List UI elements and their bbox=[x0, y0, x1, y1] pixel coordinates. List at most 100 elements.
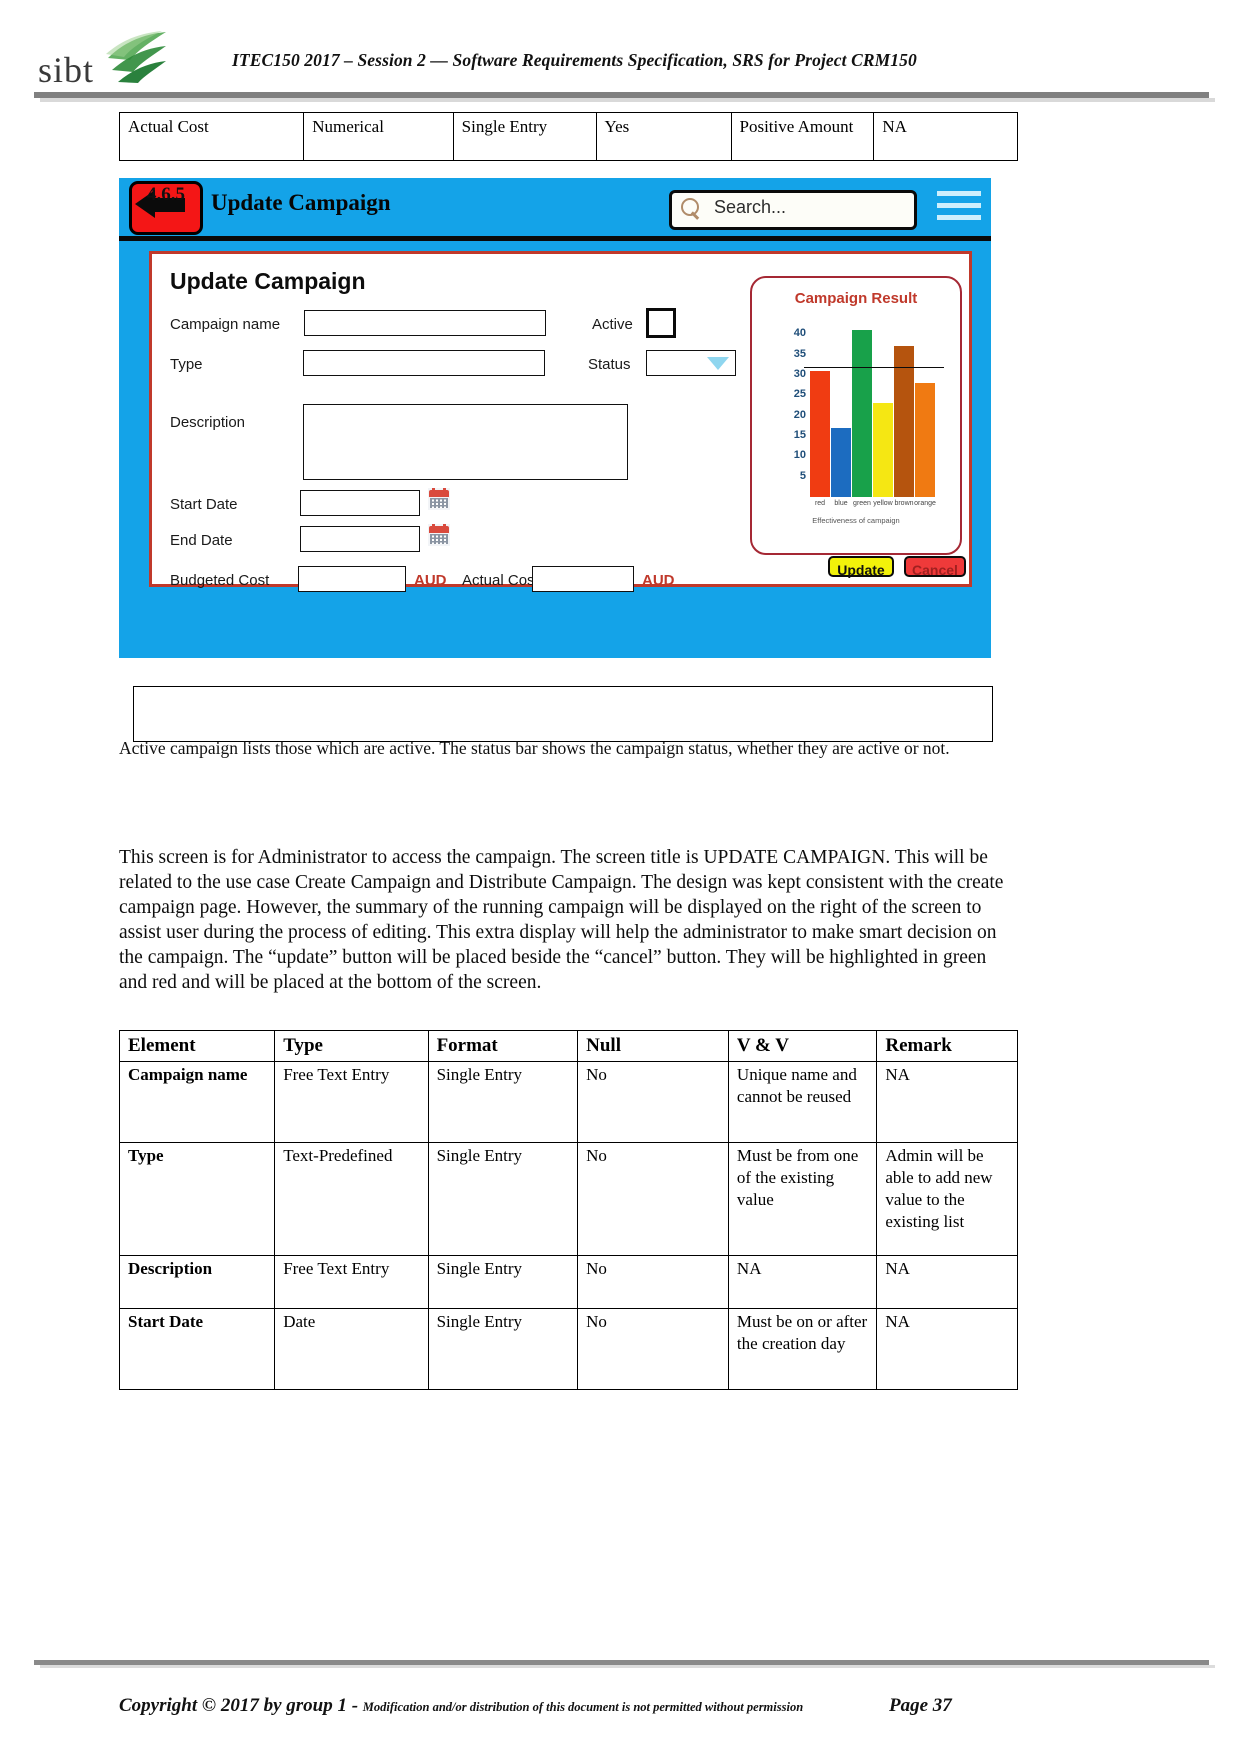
cell-element: Actual Cost bbox=[118, 112, 305, 161]
budgeted-currency-label: AUD bbox=[414, 572, 447, 589]
actual-cost-label: Actual Cost bbox=[462, 572, 539, 589]
cell-vv: Must be on or after the creation day bbox=[727, 1307, 878, 1390]
table-row: Type Text-Predefined Single Entry No Mus… bbox=[118, 1141, 1018, 1256]
chart-y-tick: 5 bbox=[799, 469, 806, 482]
continuation-table: Actual Cost Numerical Single Entry Yes P… bbox=[118, 112, 1018, 161]
cell-type: Text-Predefined bbox=[274, 1141, 429, 1256]
cell-vv: NA bbox=[727, 1254, 878, 1309]
hamburger-menu-icon[interactable] bbox=[937, 191, 981, 223]
cell-null: No bbox=[577, 1307, 729, 1390]
type-label: Type bbox=[170, 356, 203, 373]
description-paragraph: This screen is for Administrator to acce… bbox=[119, 847, 1004, 993]
calendar-icon[interactable] bbox=[428, 488, 450, 510]
calendar-icon[interactable] bbox=[428, 524, 450, 546]
green-swoosh-icon bbox=[106, 31, 166, 83]
chart-y-tick: 40 bbox=[793, 327, 806, 340]
chart-bar bbox=[873, 403, 893, 497]
th-format: Format bbox=[427, 1030, 579, 1062]
active-label: Active bbox=[592, 316, 633, 333]
table-row: Start Date Date Single Entry No Must be … bbox=[118, 1307, 1018, 1390]
page-header: sibt ITEC150 2017 – Session 2 — Software… bbox=[0, 0, 1241, 102]
table-header-row: Element Type Format Null V & V Remark bbox=[118, 1030, 1018, 1062]
chart-y-axis: 40 35 30 25 20 15 10 5 bbox=[780, 322, 808, 497]
element-table-body: Campaign name Free Text Entry Single Ent… bbox=[118, 1060, 1018, 1390]
th-type: Type bbox=[274, 1030, 429, 1062]
cell-type: Numerical bbox=[303, 112, 454, 161]
app-top-bar: 4.6.5 Update Campaign Search... bbox=[119, 178, 991, 236]
caption-box bbox=[133, 686, 993, 742]
description-textarea[interactable] bbox=[303, 404, 628, 480]
caption-line: Active campaign lists those which are ac… bbox=[119, 738, 950, 758]
end-date-label: End Date bbox=[170, 532, 233, 549]
cell-remark: NA bbox=[876, 1307, 1018, 1390]
th-vv: V & V bbox=[727, 1030, 878, 1062]
header-divider bbox=[34, 92, 1215, 104]
start-date-label: Start Date bbox=[170, 496, 238, 513]
cell-vv: Positive Amount bbox=[730, 112, 875, 161]
chart-bar bbox=[852, 330, 872, 497]
th-element: Element bbox=[118, 1030, 276, 1062]
document-header-title: ITEC150 2017 – Session 2 — Software Requ… bbox=[232, 50, 917, 70]
budgeted-cost-label: Budgeted Cost bbox=[170, 572, 270, 589]
chart-bar bbox=[831, 427, 851, 497]
app-title: Update Campaign bbox=[211, 190, 391, 215]
description-label: Description bbox=[170, 414, 246, 431]
cell-format: Single Entry bbox=[427, 1141, 579, 1256]
search-placeholder: Search... bbox=[714, 197, 787, 217]
chart-y-tick: 30 bbox=[793, 367, 806, 380]
campaign-name-input[interactable] bbox=[304, 310, 546, 336]
budgeted-cost-input[interactable] bbox=[298, 566, 406, 592]
actual-cost-input[interactable] bbox=[532, 566, 634, 592]
footer-note: Modification and/or distribution of this… bbox=[362, 1700, 804, 1714]
end-date-input[interactable] bbox=[300, 526, 420, 552]
start-date-input[interactable] bbox=[300, 490, 420, 516]
cell-format: Single Entry bbox=[452, 112, 597, 161]
cell-remark: NA bbox=[876, 1060, 1018, 1143]
app-body: Update Campaign Campaign name Active Typ… bbox=[119, 241, 991, 658]
footer-divider bbox=[34, 1660, 1215, 1670]
update-button[interactable]: Update bbox=[828, 556, 894, 578]
cell-type: Free Text Entry bbox=[274, 1060, 429, 1143]
chart-plot-area: 40 35 30 25 20 15 10 5 red blue green yellow brown o… bbox=[780, 322, 944, 507]
chart-y-tick: 15 bbox=[793, 428, 806, 441]
cell-null: No bbox=[577, 1141, 729, 1256]
chevron-down-icon bbox=[707, 357, 729, 370]
cell-format: Single Entry bbox=[427, 1307, 579, 1390]
chart-gridline bbox=[804, 366, 944, 369]
chart-y-tick: 25 bbox=[793, 388, 806, 401]
element-specification-table: Element Type Format Null V & V Remark Ca… bbox=[118, 1030, 1018, 1390]
cell-element: Description bbox=[118, 1254, 276, 1309]
table-row: Campaign name Free Text Entry Single Ent… bbox=[118, 1060, 1018, 1143]
status-select[interactable] bbox=[646, 350, 736, 376]
footer-page-number: Page 37 bbox=[889, 1695, 952, 1716]
table-row: Actual Cost Numerical Single Entry Yes P… bbox=[118, 112, 1018, 161]
chart-x-tick: orange bbox=[914, 500, 936, 507]
update-campaign-form: Update Campaign Campaign name Active Typ… bbox=[149, 251, 972, 592]
cancel-button[interactable]: Cancel bbox=[904, 556, 966, 578]
chart-y-tick: 10 bbox=[793, 449, 806, 462]
chart-bar bbox=[810, 370, 830, 497]
chart-bars: red blue green yellow brown orange bbox=[810, 322, 942, 507]
logo-text: sibt bbox=[38, 50, 95, 90]
cell-vv: Unique name and cannot be reused bbox=[727, 1060, 878, 1143]
cell-element: Campaign name bbox=[118, 1060, 276, 1143]
campaign-name-label: Campaign name bbox=[170, 316, 281, 333]
campaign-result-chart: Campaign Result 40 35 30 25 20 15 10 5 red blue g… bbox=[750, 276, 962, 555]
type-input[interactable] bbox=[303, 350, 545, 376]
active-checkbox[interactable] bbox=[646, 308, 676, 338]
search-input[interactable]: Search... bbox=[669, 190, 917, 230]
search-icon bbox=[680, 198, 704, 222]
cell-remark: NA bbox=[873, 112, 1018, 161]
chart-y-tick: 20 bbox=[793, 408, 806, 421]
chart-bar bbox=[915, 383, 935, 497]
chart-caption: Effectiveness of campaign bbox=[812, 516, 900, 525]
chart-bar bbox=[894, 346, 914, 497]
cell-remark: NA bbox=[876, 1254, 1018, 1309]
actual-currency-label: AUD bbox=[642, 572, 675, 589]
cell-type: Date bbox=[274, 1307, 429, 1390]
th-remark: Remark bbox=[876, 1030, 1018, 1062]
cell-format: Single Entry bbox=[427, 1060, 579, 1143]
cell-format: Single Entry bbox=[427, 1254, 579, 1309]
chart-title: Campaign Result bbox=[794, 290, 918, 307]
cell-vv: Must be from one of the existing value bbox=[727, 1141, 878, 1256]
